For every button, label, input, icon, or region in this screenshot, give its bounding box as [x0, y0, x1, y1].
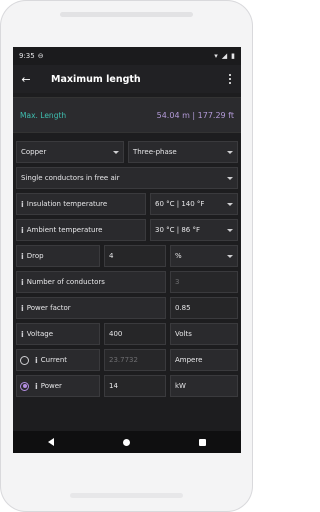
app-bar: ← Maximum length: [13, 65, 241, 93]
power-option[interactable]: i Power: [16, 375, 100, 397]
current-radio[interactable]: [20, 355, 29, 365]
power-text: Power: [40, 382, 62, 390]
wifi-icon: ▾: [214, 52, 218, 60]
conductors-value: 3: [175, 278, 180, 286]
overflow-menu-icon[interactable]: [225, 74, 235, 84]
conductor-select-value: Copper: [21, 148, 47, 156]
chevron-down-icon: [113, 150, 119, 154]
voltage-label[interactable]: i Voltage: [16, 323, 100, 345]
info-icon: i: [21, 277, 24, 287]
phone-chin: [70, 493, 183, 498]
info-icon: i: [35, 355, 38, 365]
nav-home-icon[interactable]: [122, 438, 130, 446]
phone-frame: 9:35 ⊖ ▾ ◢ ▮ ← Maximum length Max. Lengt…: [0, 0, 253, 512]
insulation-temp-label[interactable]: i Insulation temperature: [16, 193, 146, 215]
phone-speaker: [60, 12, 193, 17]
power-unit: kW: [170, 375, 238, 397]
current-text: Current: [40, 356, 68, 364]
drop-value: 4: [109, 252, 114, 260]
power-factor-input[interactable]: 0.85: [170, 297, 238, 319]
back-arrow-icon[interactable]: ←: [19, 72, 33, 86]
ambient-temp-select[interactable]: 30 °C | 86 °F: [150, 219, 238, 241]
chevron-down-icon: [227, 176, 233, 180]
form: Copper Three-phase Single conductors in …: [13, 133, 241, 397]
nav-recents-icon[interactable]: [199, 438, 207, 446]
power-value: 14: [109, 382, 118, 390]
current-unit: Ampere: [170, 349, 238, 371]
drop-label[interactable]: i Drop: [16, 245, 100, 267]
app-screen: 9:35 ⊖ ▾ ◢ ▮ ← Maximum length Max. Lengt…: [13, 47, 241, 453]
notification-icon: ⊖: [37, 52, 44, 60]
current-unit-text: Ampere: [175, 356, 203, 364]
phase-select[interactable]: Three-phase: [128, 141, 238, 163]
insulation-temp-text: Insulation temperature: [26, 200, 108, 208]
info-icon: i: [21, 225, 24, 235]
info-icon: i: [21, 199, 24, 209]
conductors-label[interactable]: i Number of conductors: [16, 271, 166, 293]
page-title: Maximum length: [51, 73, 141, 85]
result-panel: Max. Length 54.04 m | 177.29 ft: [13, 97, 241, 133]
chevron-down-icon: [227, 254, 233, 258]
result-label: Max. Length: [20, 110, 67, 120]
conductors-text: Number of conductors: [26, 278, 105, 286]
power-factor-value: 0.85: [175, 304, 191, 312]
drop-unit-value: %: [175, 252, 182, 260]
status-time: 9:35: [19, 52, 35, 60]
status-bar: 9:35 ⊖ ▾ ◢ ▮: [13, 47, 241, 65]
info-icon: i: [21, 251, 24, 261]
ambient-temp-value: 30 °C | 86 °F: [155, 226, 200, 234]
current-value: 23.7732: [109, 356, 138, 364]
info-icon: i: [21, 303, 24, 313]
drop-unit-select[interactable]: %: [170, 245, 238, 267]
chevron-down-icon: [227, 228, 233, 232]
current-input: 23.7732: [104, 349, 166, 371]
voltage-unit: Volts: [170, 323, 238, 345]
voltage-value: 400: [109, 330, 123, 338]
power-input[interactable]: 14: [104, 375, 166, 397]
signal-icon: ◢: [221, 52, 228, 60]
ambient-temp-text: Ambient temperature: [26, 226, 103, 234]
nav-back-icon[interactable]: [47, 438, 54, 446]
chevron-down-icon: [227, 202, 233, 206]
ambient-temp-label[interactable]: i Ambient temperature: [16, 219, 146, 241]
power-radio[interactable]: [20, 381, 29, 391]
voltage-unit-text: Volts: [175, 330, 192, 338]
conductor-select[interactable]: Copper: [16, 141, 124, 163]
power-factor-label[interactable]: i Power factor: [16, 297, 166, 319]
info-icon: i: [21, 329, 24, 339]
drop-text: Drop: [26, 252, 44, 260]
info-icon: i: [35, 381, 38, 391]
power-factor-text: Power factor: [26, 304, 71, 312]
voltage-input[interactable]: 400: [104, 323, 166, 345]
drop-input[interactable]: 4: [104, 245, 166, 267]
power-unit-text: kW: [175, 382, 186, 390]
installation-select-value: Single conductors in free air: [21, 174, 120, 182]
conductors-input: 3: [170, 271, 238, 293]
current-option[interactable]: i Current: [16, 349, 100, 371]
installation-select[interactable]: Single conductors in free air: [16, 167, 238, 189]
voltage-text: Voltage: [26, 330, 54, 338]
insulation-temp-value: 60 °C | 140 °F: [155, 200, 205, 208]
phase-select-value: Three-phase: [133, 148, 177, 156]
system-nav-bar: [13, 431, 241, 453]
chevron-down-icon: [227, 150, 233, 154]
result-value: 54.04 m | 177.29 ft: [156, 110, 234, 120]
battery-icon: ▮: [231, 52, 235, 60]
insulation-temp-select[interactable]: 60 °C | 140 °F: [150, 193, 238, 215]
